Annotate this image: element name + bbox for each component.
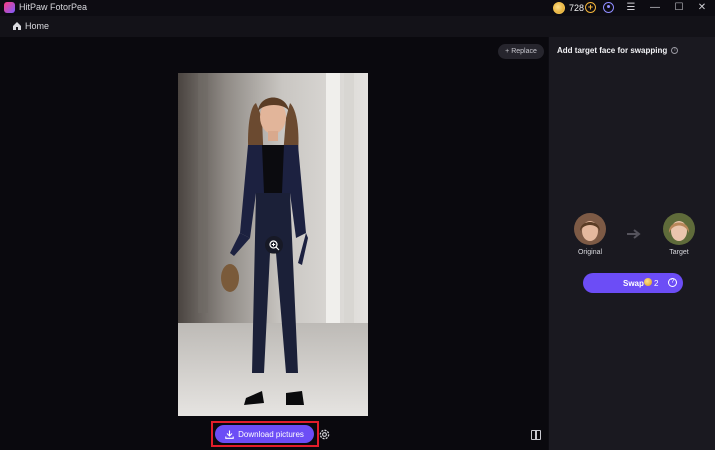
target-face-thumbnail[interactable] [663, 213, 695, 245]
coin-icon [553, 1, 565, 14]
swap-button[interactable]: Swap 2 ? [583, 273, 683, 293]
arrow-right-icon [627, 229, 641, 239]
zoom-in-icon [268, 239, 279, 250]
face-swap-panel: Add target face for swapping i [549, 37, 715, 450]
info-icon[interactable]: i [671, 47, 679, 55]
maximize-icon[interactable]: ☐ [672, 1, 686, 14]
coin-balance[interactable]: 728 [553, 1, 584, 14]
target-label: Target [669, 249, 689, 256]
swap-cost: 2 [654, 279, 659, 288]
panel-title-text: Add target face for swapping [557, 46, 668, 55]
coin-icon [644, 278, 652, 286]
plus-icon: + [505, 48, 510, 55]
app-title: HitPaw FotorPea [19, 2, 88, 12]
add-coin-icon[interactable]: + [585, 2, 596, 13]
original-label: Original [577, 249, 603, 256]
close-icon[interactable]: ✕ [695, 1, 709, 14]
compare-icon[interactable] [531, 430, 541, 440]
settings-icon[interactable] [318, 428, 331, 441]
home-icon[interactable] [12, 21, 22, 31]
coin-count: 728 [569, 2, 585, 13]
user-icon[interactable] [603, 2, 614, 13]
help-icon[interactable]: ? [668, 278, 677, 287]
original-face-thumbnail[interactable] [574, 213, 606, 245]
panel-title: Add target face for swapping i [557, 46, 679, 55]
app-logo [4, 2, 15, 13]
nav-bar: Home [0, 16, 715, 37]
menu-icon[interactable]: ☰ [624, 1, 638, 14]
download-pictures-button[interactable]: Download pictures [215, 425, 314, 443]
replace-label: Replace [511, 48, 537, 55]
download-icon [225, 430, 234, 439]
download-label: Download pictures [238, 429, 304, 439]
home-link[interactable]: Home [25, 21, 49, 31]
minimize-icon[interactable]: — [648, 1, 662, 14]
replace-button[interactable]: + Replace [498, 44, 544, 59]
swap-label: Swap [623, 279, 644, 288]
title-bar: HitPaw FotorPea 728 + ☰ — ☐ ✕ [0, 0, 715, 16]
zoom-in-button[interactable] [265, 236, 283, 254]
